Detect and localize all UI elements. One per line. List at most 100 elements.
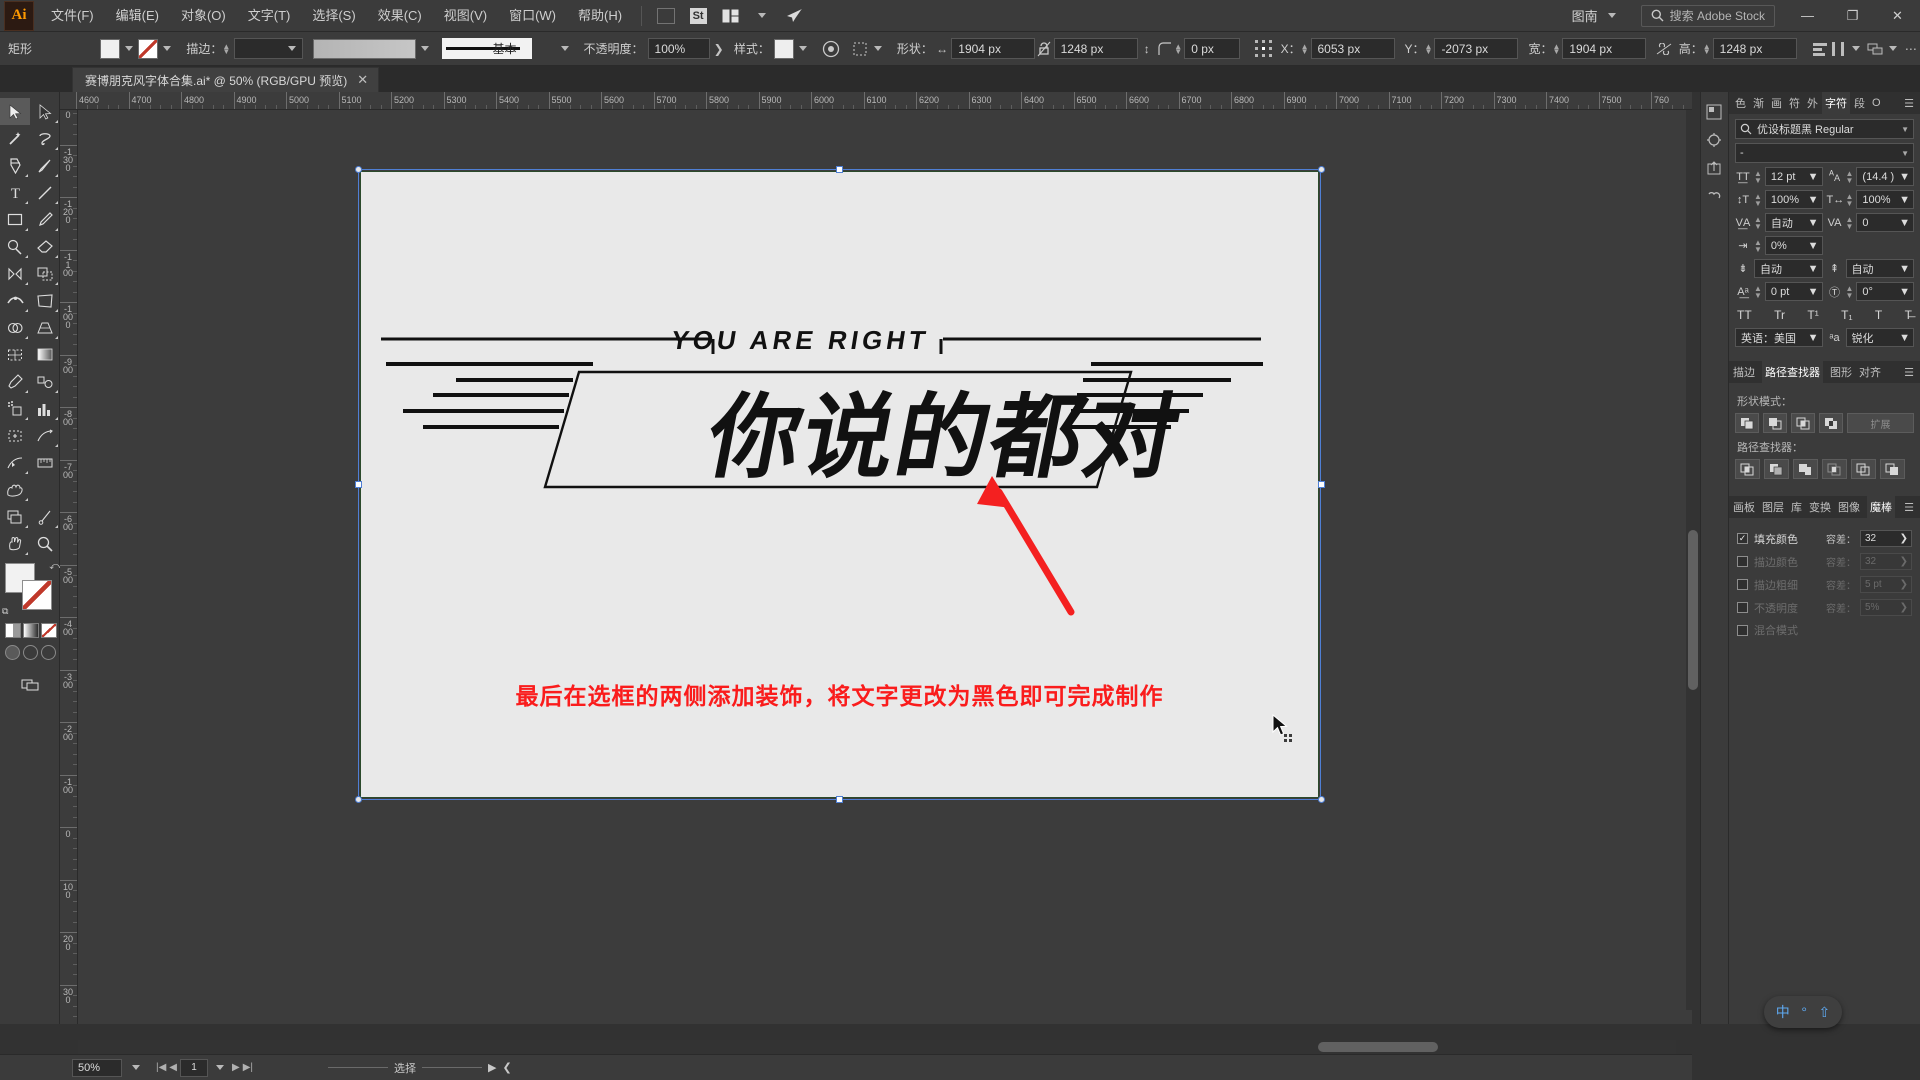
hand-group-tool[interactable] [0,476,30,503]
width-tool[interactable] [0,287,30,314]
corner-radius-stepper[interactable]: ▲ ▼ [1174,42,1182,55]
vertical-align-field[interactable]: ⇟ 自动 ▼ [1735,259,1823,278]
stroke-tolerance-input[interactable]: 32 ❯ [1860,553,1912,570]
ime-shift-icon[interactable]: ⇧ [1818,1004,1830,1021]
menu-type[interactable]: 文字(T) [237,0,302,32]
chevron-down-icon[interactable] [799,46,808,51]
tab-layers[interactable]: 图层 [1762,499,1784,515]
tab-paragraph[interactable]: 段 [1851,92,1868,114]
underline-button[interactable]: T [1875,308,1882,322]
menu-edit[interactable]: 编辑(E) [105,0,170,32]
bridge-icon[interactable] [654,5,678,27]
tab-gradient[interactable]: 渐 [1750,92,1767,114]
libraries-panel-icon[interactable] [1701,182,1727,210]
stroke-style-preview[interactable] [442,38,533,59]
tab-image[interactable]: 图像 [1838,499,1860,515]
shape-width-input[interactable]: 1904 px [951,38,1036,59]
chevron-down-icon[interactable] [873,46,882,51]
chevron-down-icon[interactable] [163,46,172,51]
curvature-tool[interactable] [30,152,60,179]
unite-icon[interactable] [1735,413,1759,433]
font-size-field[interactable]: T͟T ▲ ▼ 12 pt ▼ [1735,167,1823,186]
x-stepper[interactable]: ▲ ▼ [1301,42,1309,55]
panel-menu-icon[interactable]: ☰ [1904,501,1920,514]
scale-tool[interactable] [30,260,60,287]
selection-tool[interactable] [0,98,30,125]
baseline-shift-stepper[interactable]: ▲ ▼ [1754,284,1762,299]
transform-panel-icon[interactable] [851,39,869,59]
direct-selection-tool[interactable] [30,98,60,125]
h-stepper[interactable]: ▲ ▼ [1703,42,1711,55]
default-fill-stroke-icon[interactable]: ⧉ [2,606,8,617]
scissors-tool[interactable] [30,503,60,530]
menu-help[interactable]: 帮助(H) [567,0,633,32]
chevron-down-icon[interactable]: ▼ [1899,332,1910,344]
paintbrush-tool[interactable] [30,206,60,233]
tab-character[interactable]: 字符 [1822,92,1850,114]
reference-point-icon[interactable] [1254,39,1272,59]
maximize-button[interactable]: ❐ [1830,0,1875,32]
selection-handle-tr[interactable] [1318,166,1325,173]
horizontal-scale-field[interactable]: T↔ ▲ ▼ 100% ▼ [1827,190,1914,209]
shaper-tool[interactable] [0,233,30,260]
rotate-tool[interactable] [0,260,30,287]
export-panel-icon[interactable] [1701,154,1727,182]
status-indicator[interactable]: 选择 ▶ ❮ [328,1060,512,1076]
minus-front-icon[interactable] [1763,413,1787,433]
vertical-scale-field[interactable]: ↕T ▲ ▼ 100% ▼ [1735,190,1823,209]
font-style-field[interactable]: - ▼ [1735,143,1914,163]
vertical-ruler[interactable]: -1400-1300-1200-1100-1000-900-800-700-60… [60,110,78,1024]
chevron-down-icon[interactable]: ▼ [1899,194,1910,206]
chevron-down-icon[interactable]: ▼ [1808,332,1819,344]
stock-search[interactable]: 搜索 Adobe Stock [1640,4,1775,27]
canvas-area[interactable]: YOU ARE RIGHT 你说的都对 最后在选框的两侧添加装饰，将文字更改为黑… [78,110,1692,1024]
shape-builder-tool[interactable] [0,314,30,341]
lasso-tool[interactable] [30,125,60,152]
artboard-frame-tool[interactable] [0,503,30,530]
expand-arrow-icon[interactable]: ❯ [1900,602,1908,613]
selection-handle-bc[interactable] [836,796,843,803]
opacity-row[interactable]: 不透明度 容差： 5% ❯ [1737,599,1912,616]
leading-field[interactable]: ᴬA ▲ ▼ (14.4 ) ▼ [1827,167,1914,186]
all-caps-button[interactable]: TT [1737,308,1752,322]
rectangle-tool[interactable] [0,206,30,233]
stock-icon[interactable]: St [686,5,710,27]
right-auto-field[interactable]: ⇞ 自动 ▼ [1827,259,1914,278]
selection-handle-tc[interactable] [836,166,843,173]
language-field[interactable]: 英语：美国 ▼ [1735,328,1823,347]
free-transform-tool[interactable] [30,287,60,314]
column-graph-tool[interactable] [30,395,60,422]
gradient-tool[interactable] [30,341,60,368]
expand-arrow-icon[interactable]: ❯ [1900,533,1908,544]
expand-arrow-icon[interactable]: ❯ [1900,579,1908,590]
vertical-scale-stepper[interactable]: ▲ ▼ [1754,192,1762,207]
first-artboard-icon[interactable]: |◀ [156,1062,166,1073]
horizontal-scale-stepper[interactable]: ▲ ▼ [1846,192,1854,207]
expand-arrow-icon[interactable]: ❯ [1900,556,1908,567]
selection-handle-bl[interactable] [355,796,362,803]
artboard[interactable]: YOU ARE RIGHT 你说的都对 最后在选框的两侧添加装饰，将文字更改为黑… [361,172,1318,797]
blend-mode-row[interactable]: 混合模式 [1737,622,1912,638]
font-family-field[interactable]: 优设标题黑 Regular ▼ [1735,119,1914,139]
chevron-down-icon[interactable] [216,1065,224,1070]
last-artboard-icon[interactable]: ▶| [243,1062,253,1073]
outline-icon[interactable] [1851,459,1876,479]
chevron-down-icon[interactable] [560,46,569,51]
chevron-down-icon[interactable] [1888,46,1897,51]
exclude-icon[interactable] [1819,413,1843,433]
status-resize-icon[interactable]: ❮ [502,1061,511,1074]
color-button[interactable] [5,623,21,638]
subscript-button[interactable]: T₁ [1841,308,1852,322]
blend-tool[interactable] [30,368,60,395]
canvas-vertical-scrollbar[interactable] [1686,110,1700,1010]
graphic-style-swatch[interactable] [773,38,795,59]
tab-graphic-styles[interactable]: 图形 [1830,364,1852,380]
none-button[interactable] [41,623,57,638]
intersect-icon[interactable] [1791,413,1815,433]
crop-icon[interactable] [1822,459,1847,479]
more-options-icon[interactable]: ⋯ [1902,39,1920,59]
font-size-stepper[interactable]: ▲ ▼ [1754,169,1762,184]
selection-handle-ml[interactable] [355,481,362,488]
menu-object[interactable]: 对象(O) [170,0,237,32]
line-segment-tool[interactable] [30,179,60,206]
